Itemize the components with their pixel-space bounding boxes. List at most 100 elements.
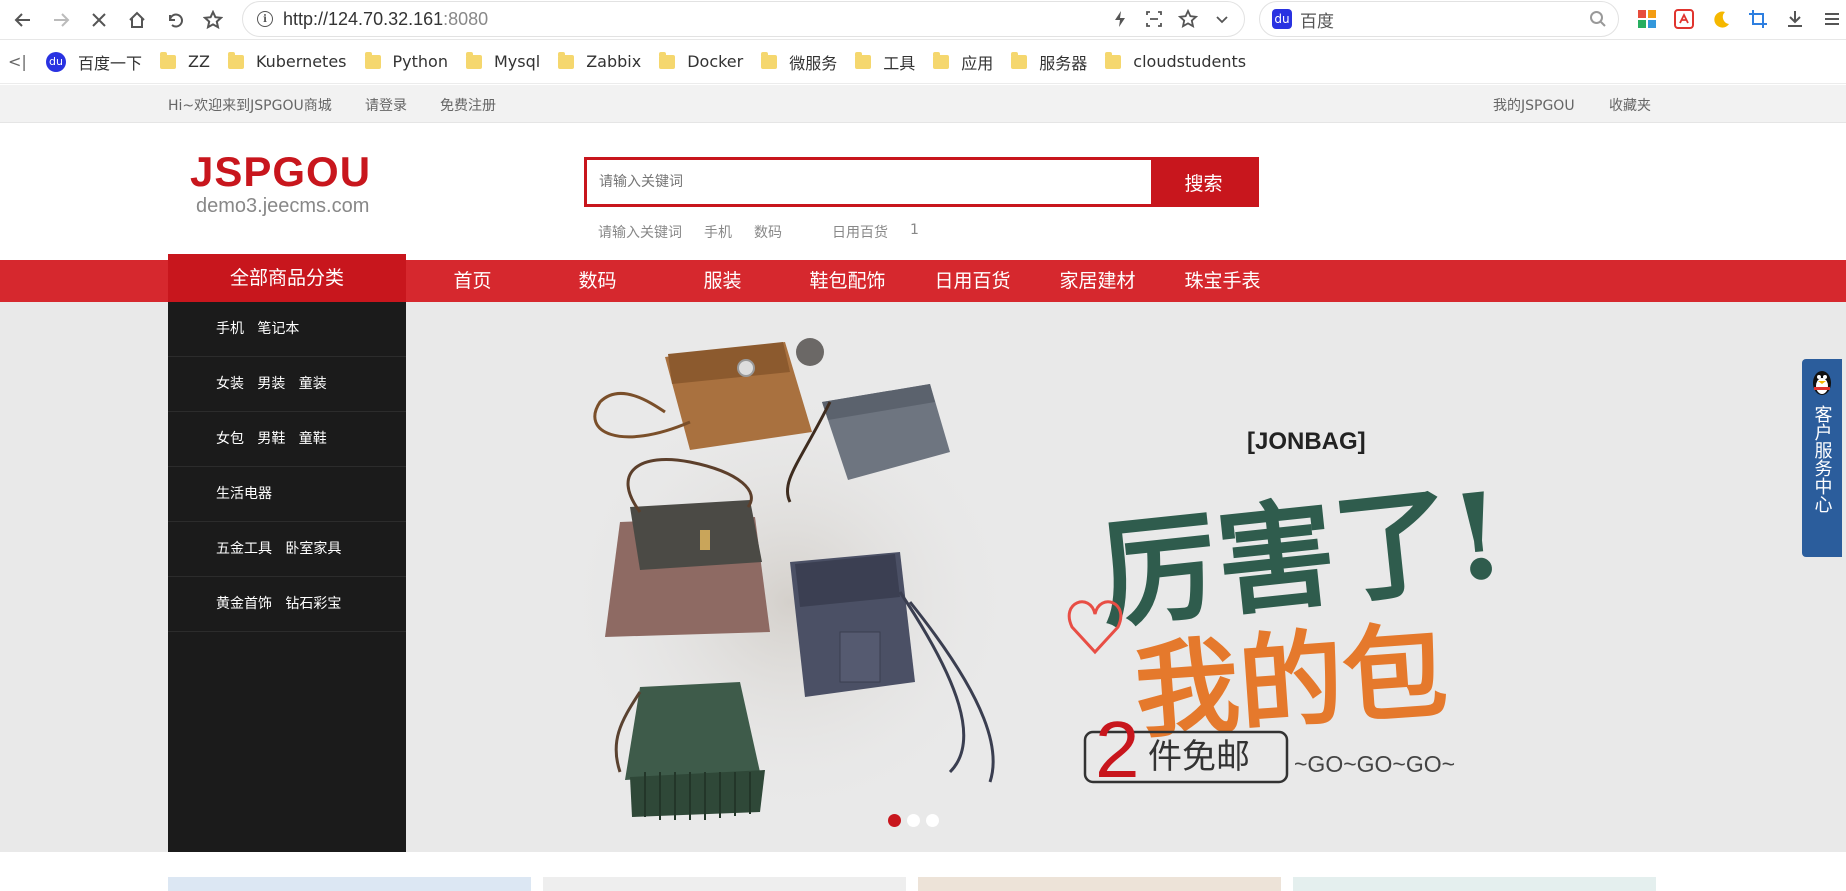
bookmark-label: 应用 (961, 53, 994, 73)
logo-subtitle: demo3.jeecms.com (196, 195, 370, 217)
nav-item-home[interactable]: 首页 (410, 260, 535, 302)
nav-item-digital[interactable]: 数码 (535, 260, 660, 302)
back-button[interactable] (4, 1, 42, 39)
promo-tiles (168, 877, 1656, 891)
lightning-icon[interactable] (1110, 9, 1130, 29)
web-page: Hi~欢迎来到JSPGOU商城 请登录 免费注册 我的JSPGOU 收藏夹 JS… (0, 85, 1846, 891)
sidebar-toggle-icon[interactable]: <| (8, 52, 28, 71)
hot-keyword[interactable]: 请输入关键词 (598, 222, 682, 242)
category-item[interactable]: 生活电器 (168, 467, 406, 522)
qq-penguin-icon (1813, 371, 1831, 395)
site-info-icon[interactable]: i (257, 11, 273, 27)
bookmark-label: Kubernetes (255, 52, 347, 71)
register-link[interactable]: 免费注册 (440, 95, 496, 115)
banner-brand: [JONBAG] (1247, 428, 1366, 455)
nav-item-home-building[interactable]: 家居建材 (1035, 260, 1160, 302)
favorite-star-icon[interactable] (1178, 9, 1198, 29)
category-item[interactable]: 女包 男鞋 童鞋 (168, 412, 406, 467)
bookmark-folder-kubernetes[interactable]: Kubernetes (227, 51, 347, 71)
customer-service-label: 客户服务中心 (1811, 405, 1833, 513)
bookmark-label: 工具 (883, 53, 916, 73)
carousel-dot[interactable] (907, 814, 920, 827)
address-bar[interactable]: i http://124.70.32.161:8080 (242, 1, 1245, 37)
site-search-input[interactable] (587, 160, 1151, 204)
baidu-paw-icon: du (1272, 9, 1292, 29)
browser-search-box[interactable]: du 百度 (1259, 1, 1619, 37)
bookmark-folder-microservices[interactable]: 微服务 (761, 50, 837, 74)
folder-icon (1105, 51, 1122, 69)
bookmark-folder-mysql[interactable]: Mysql (465, 51, 541, 71)
bookmark-folder-tools[interactable]: 工具 (855, 50, 915, 74)
folder-icon (855, 51, 872, 69)
my-account-link[interactable]: 我的JSPGOU (1493, 95, 1575, 115)
category-item[interactable]: 手机 笔记本 (168, 302, 406, 357)
bookmark-label: 微服务 (789, 53, 838, 73)
favorites-link[interactable]: 收藏夹 (1609, 95, 1651, 115)
promo-tile[interactable] (543, 877, 906, 891)
bookmark-folder-apps[interactable]: 应用 (933, 50, 993, 74)
folder-icon (465, 51, 482, 69)
category-menu: 全部商品分类 手机 笔记本 女装 男装 童装 女包 男鞋 童鞋 生活电器 五金工… (168, 254, 406, 852)
home-button[interactable] (118, 1, 156, 39)
category-item[interactable]: 五金工具 卧室家具 (168, 522, 406, 577)
hot-keyword[interactable]: 1 (910, 222, 919, 242)
bookmark-label: Docker (687, 52, 744, 71)
folder-icon (1011, 51, 1028, 69)
folder-icon (227, 51, 244, 69)
nav-item-clothing[interactable]: 服装 (660, 260, 785, 302)
folder-icon (558, 51, 575, 69)
pdf-icon[interactable] (1673, 8, 1695, 30)
category-menu-title[interactable]: 全部商品分类 (168, 254, 406, 302)
bookmark-folder-cloudstudents[interactable]: cloudstudents (1105, 51, 1246, 71)
category-item[interactable]: 黄金首饰 钻石彩宝 (168, 577, 406, 632)
bookmark-baidu[interactable]: du 百度一下 (46, 50, 142, 74)
menu-icon[interactable] (1821, 8, 1843, 30)
nav-item-jewelry-watches[interactable]: 珠宝手表 (1160, 260, 1285, 302)
customer-service-tab[interactable]: 客户服务中心 (1802, 359, 1842, 557)
url-text: http://124.70.32.161:8080 (283, 9, 488, 30)
baidu-paw-icon: du (46, 51, 66, 72)
folder-icon (364, 51, 381, 69)
bookmark-folder-servers[interactable]: 服务器 (1011, 50, 1087, 74)
search-icon[interactable] (1588, 9, 1608, 29)
carousel-dot[interactable] (926, 814, 939, 827)
bookmark-folder-zz[interactable]: ZZ (160, 51, 210, 71)
promo-tile[interactable] (918, 877, 1281, 891)
site-header: JSPGOU demo3.jeecms.com 搜索 请输入关键词 手机 数码 … (0, 123, 1846, 260)
bookmark-label: Zabbix (586, 52, 642, 71)
bookmark-folder-python[interactable]: Python (364, 51, 448, 71)
bookmarks-bar: <| du 百度一下 ZZ Kubernetes Python Mysql Zab… (0, 40, 1846, 84)
apps-grid-icon[interactable] (1636, 8, 1658, 30)
site-search-button[interactable]: 搜索 (1151, 160, 1256, 204)
promo-tile[interactable] (168, 877, 531, 891)
chevron-down-icon[interactable] (1212, 9, 1232, 29)
forward-button[interactable] (42, 1, 80, 39)
close-icon (92, 12, 106, 27)
nav-item-daily-goods[interactable]: 日用百货 (910, 260, 1035, 302)
bookmark-label: ZZ (188, 52, 210, 71)
carousel-dots (888, 814, 939, 827)
hot-keyword[interactable]: 数码 (754, 222, 782, 242)
login-link[interactable]: 请登录 (365, 95, 407, 115)
category-item[interactable]: 女装 男装 童装 (168, 357, 406, 412)
undo-close-tab-button[interactable] (156, 1, 194, 39)
promo-text: 件免邮 (1148, 737, 1250, 777)
screenshot-icon[interactable] (1144, 9, 1164, 29)
url-host: http://124.70.32.161 (283, 8, 444, 29)
carousel-dot[interactable] (888, 814, 901, 827)
bookmark-folder-zabbix[interactable]: Zabbix (558, 51, 642, 71)
crop-icon[interactable] (1747, 8, 1769, 30)
site-logo[interactable]: JSPGOU demo3.jeecms.com (190, 151, 371, 218)
back-arrow-icon (14, 12, 30, 27)
night-mode-icon[interactable] (1710, 8, 1732, 30)
bookmark-label: Mysql (493, 52, 541, 71)
hot-keyword[interactable]: 手机 (704, 222, 732, 242)
bookmark-folder-docker[interactable]: Docker (659, 51, 744, 71)
nav-item-bags-accessories[interactable]: 鞋包配饰 (785, 260, 910, 302)
bookmark-label: 服务器 (1039, 53, 1088, 73)
hot-keyword[interactable]: 日用百货 (832, 222, 888, 242)
bookmark-star-button[interactable] (194, 1, 232, 39)
promo-tile[interactable] (1293, 877, 1656, 891)
stop-loading-button[interactable] (80, 1, 118, 39)
download-icon[interactable] (1784, 8, 1806, 30)
